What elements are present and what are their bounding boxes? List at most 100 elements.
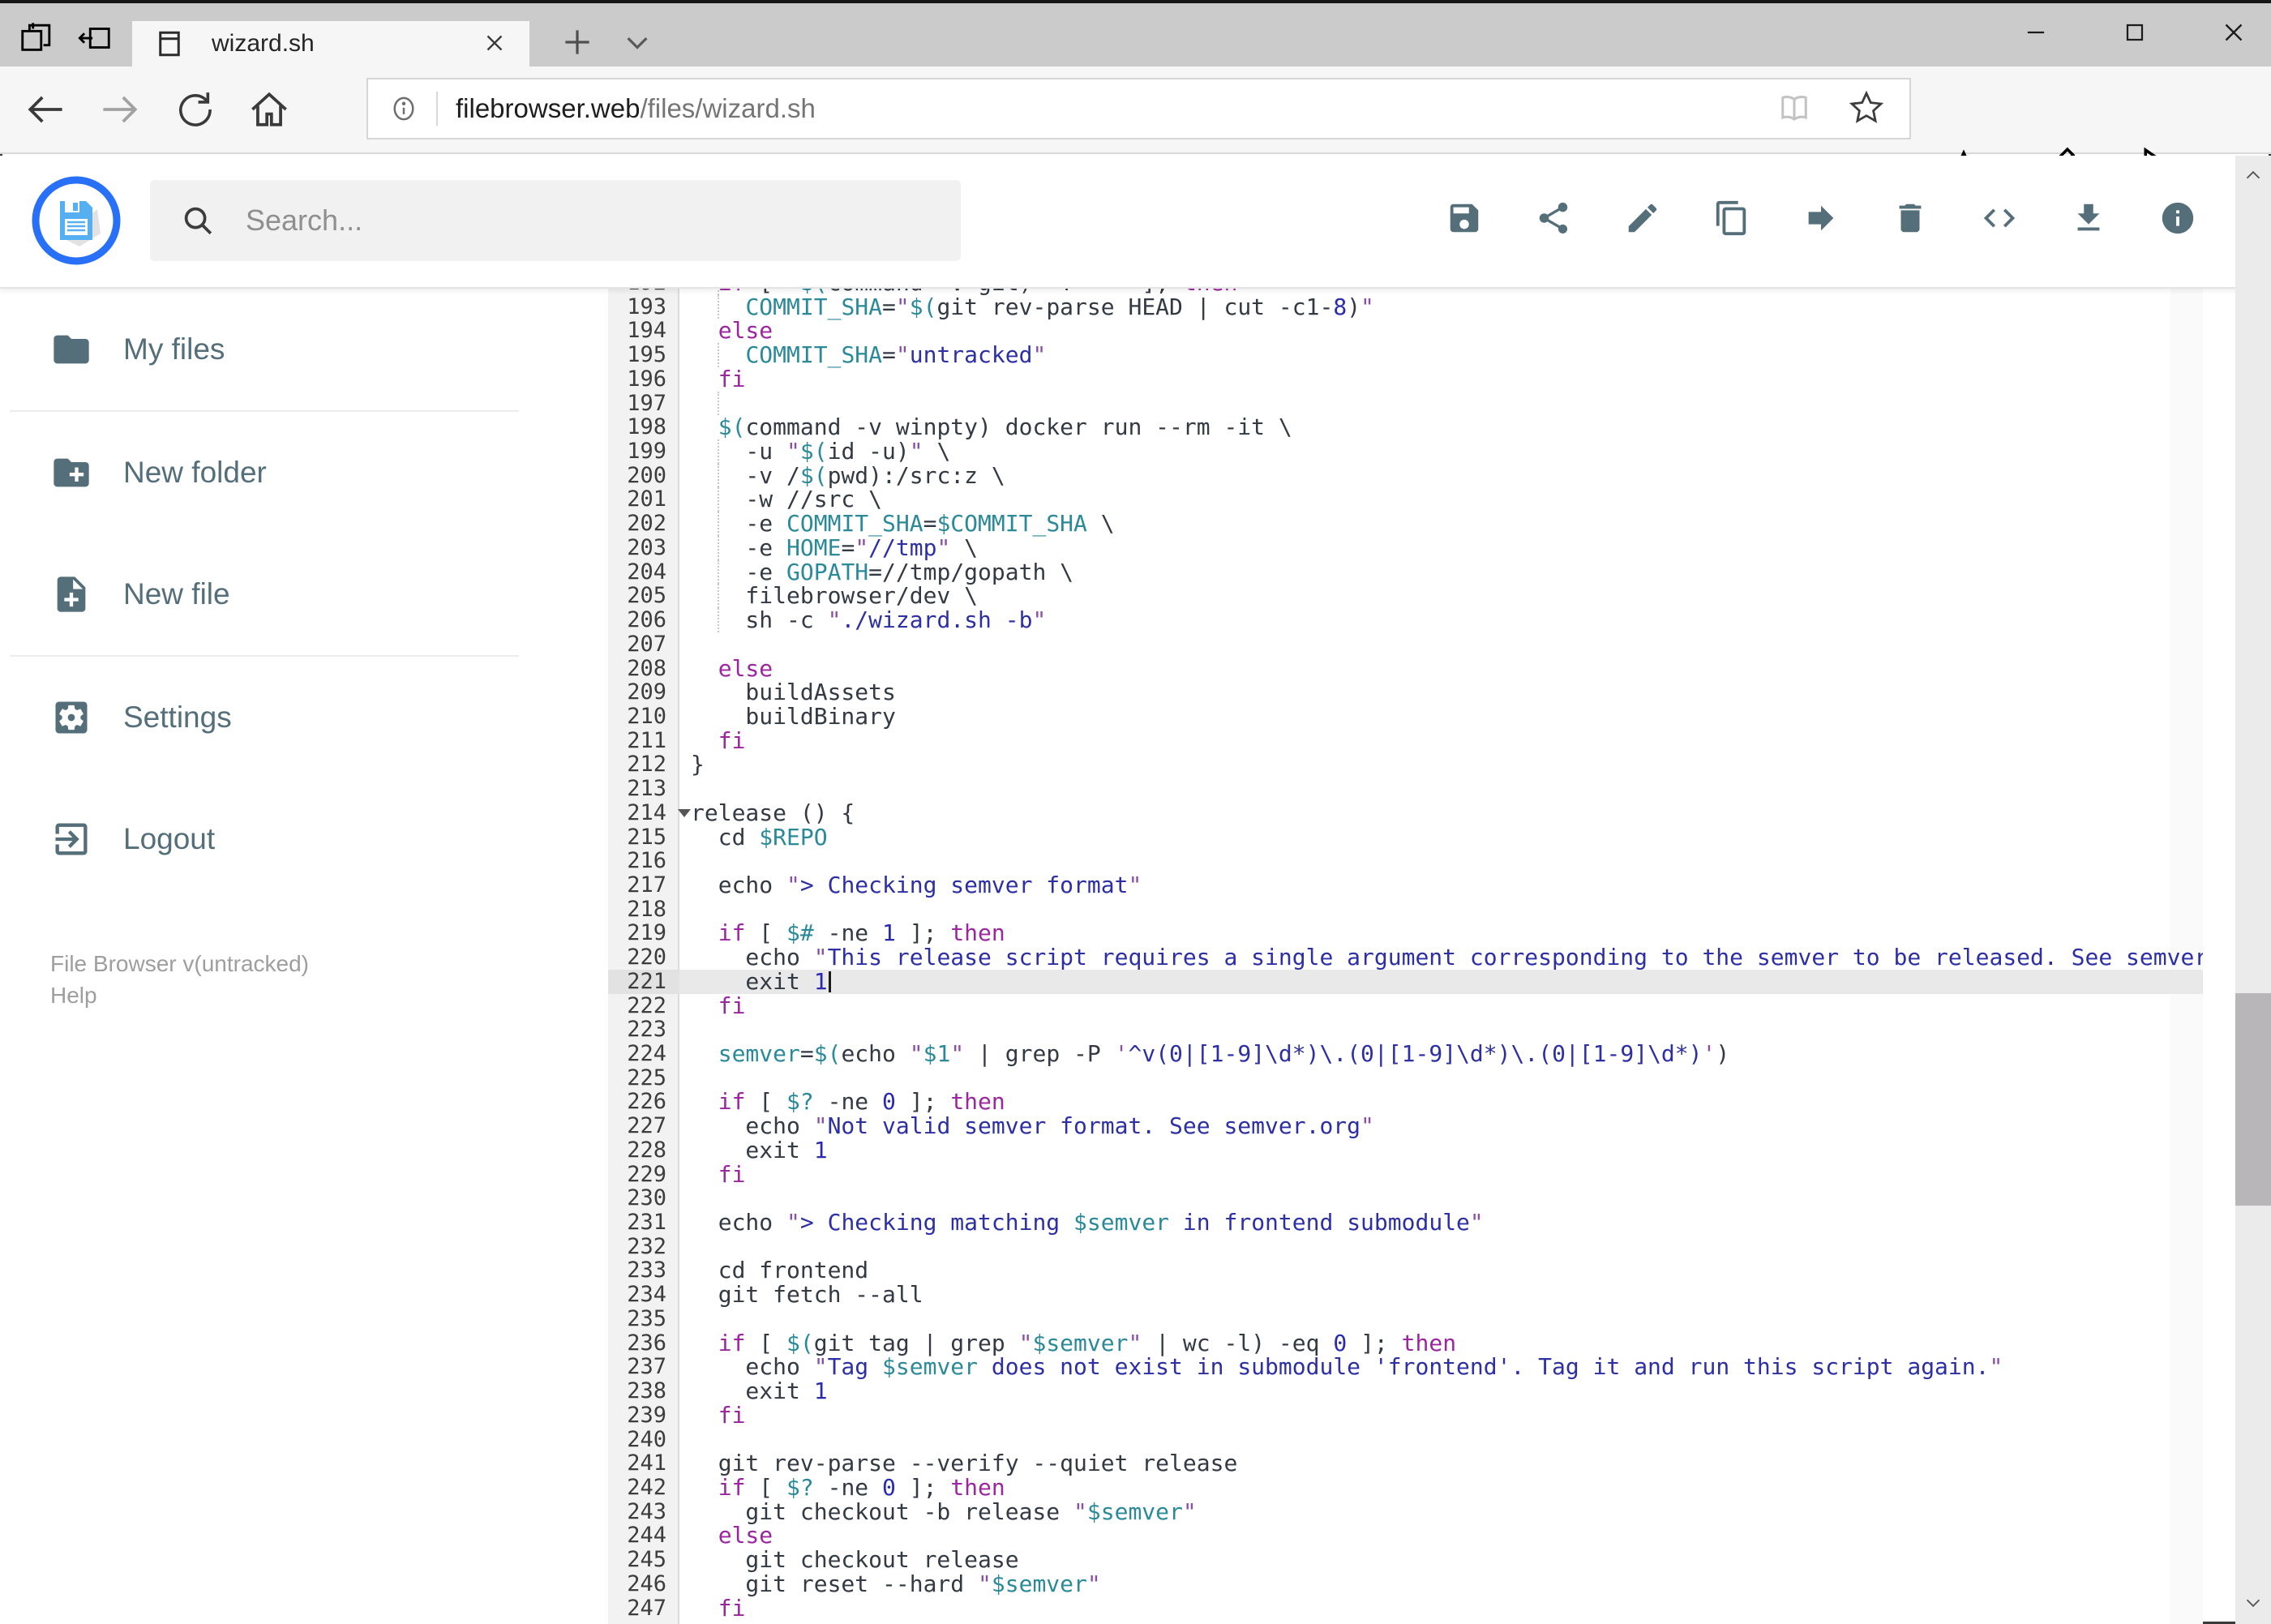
code-text[interactable]: if [ $# -ne 1 ]; then (679, 921, 2203, 945)
sidebar-item-my-files[interactable]: My files (0, 289, 608, 410)
copy-button[interactable] (1713, 199, 1750, 237)
refresh-button[interactable] (157, 72, 232, 147)
reading-view-button[interactable] (1775, 88, 1814, 130)
code-text[interactable]: semver=$(echo "$1" | grep -P '^v(0|[1-9]… (679, 1042, 2203, 1066)
code-text[interactable]: git checkout release (679, 1548, 2203, 1572)
code-editor[interactable]: 192 if [ "$(command -v git)" != "" ]; th… (608, 289, 2203, 1624)
home-button[interactable] (232, 72, 306, 147)
code-text[interactable]: COMMIT_SHA="$(git rev-parse HEAD | cut -… (679, 294, 2203, 319)
code-text[interactable]: if [ $(git tag | grep "$semver" | wc -l)… (679, 1330, 2203, 1356)
code-text[interactable]: -e COMMIT_SHA=$COMMIT_SHA \ (679, 512, 2203, 536)
favorite-star-button[interactable] (1846, 88, 1887, 131)
code-text[interactable]: -u "$(id -u)" \ (679, 439, 2203, 464)
minimize-button[interactable] (2013, 8, 2059, 57)
code-text[interactable]: -e HOME="//tmp" \ (679, 536, 2203, 560)
code-text[interactable]: buildBinary (679, 705, 2203, 729)
forward-button[interactable] (83, 72, 157, 147)
code-fold-icon[interactable] (678, 808, 691, 817)
code-text[interactable] (679, 1018, 2203, 1042)
help-link[interactable]: Help (50, 983, 97, 1009)
line-number: 246 (627, 1570, 666, 1596)
delete-button[interactable] (1892, 199, 1929, 237)
search-input[interactable] (244, 203, 893, 238)
code-text[interactable] (679, 898, 2203, 922)
url-bar[interactable]: filebrowser.web/files/wizard.sh (366, 78, 1911, 139)
code-text[interactable]: else (679, 1523, 2203, 1548)
code-text[interactable]: echo "Not valid semver format. See semve… (679, 1114, 2203, 1138)
browser-tab[interactable]: wizard.sh (132, 21, 529, 66)
sidebar-item-settings[interactable]: Settings (0, 657, 608, 778)
info-button[interactable] (2159, 199, 2196, 237)
line-number: 227 (627, 1113, 666, 1139)
code-text[interactable]: git reset --hard "$semver" (679, 1571, 2203, 1596)
code-text[interactable] (679, 849, 2203, 873)
scrollbar-thumb[interactable] (2235, 993, 2271, 1206)
raw-button[interactable] (1981, 199, 2018, 237)
download-icon (2077, 204, 2100, 231)
scroll-down-icon[interactable] (2235, 1585, 2271, 1621)
code-text[interactable]: else (679, 656, 2203, 681)
code-text[interactable]: filebrowser/dev \ (679, 584, 2203, 609)
code-text[interactable]: $(command -v winpty) docker run --rm -it… (679, 415, 2203, 439)
maximize-button[interactable] (2112, 8, 2157, 57)
code-text[interactable]: fi (679, 728, 2203, 753)
code-text[interactable]: if [ $? -ne 0 ]; then (679, 1476, 2203, 1500)
code-text[interactable]: git rev-parse --verify --quiet release (679, 1451, 2203, 1476)
code-text[interactable]: COMMIT_SHA="untracked" (679, 343, 2203, 367)
save-button[interactable] (1446, 199, 1483, 237)
code-text[interactable]: fi (679, 1403, 2203, 1428)
back-button[interactable] (8, 72, 83, 147)
move-button[interactable] (1802, 199, 1840, 237)
code-text[interactable]: fi (679, 993, 2203, 1018)
tab-preview-button[interactable] (18, 19, 55, 59)
share-button[interactable] (1535, 199, 1572, 237)
code-text[interactable] (679, 1066, 2203, 1091)
sidebar-item-new-file[interactable]: New file (0, 533, 608, 655)
set-tabs-aside-button[interactable] (76, 19, 114, 59)
code-text[interactable] (679, 391, 2203, 416)
tab-close-icon[interactable] (481, 29, 508, 59)
code-text[interactable]: -w //src \ (679, 487, 2203, 512)
code-text[interactable] (679, 1235, 2203, 1259)
code-text[interactable]: buildAssets (679, 680, 2203, 705)
code-text[interactable]: } (679, 752, 2203, 777)
code-text[interactable] (679, 777, 2203, 801)
code-text[interactable]: git checkout -b release "$semver" (679, 1499, 2203, 1524)
code-text[interactable]: fi (679, 1596, 2203, 1621)
sidebar-item-new-folder[interactable]: New folder (0, 412, 608, 533)
code-text[interactable]: git fetch --all (679, 1283, 2203, 1307)
tab-list-chevron-button[interactable] (616, 21, 658, 66)
code-text[interactable]: cd $REPO (679, 825, 2203, 850)
code-text[interactable]: echo "Tag $semver does not exist in subm… (679, 1355, 2203, 1379)
code-text[interactable]: echo "> Checking matching $semver in fro… (679, 1211, 2203, 1235)
code-text[interactable] (679, 1307, 2203, 1331)
scroll-up-icon[interactable] (2235, 157, 2271, 193)
sidebar-item-logout[interactable]: Logout (0, 778, 608, 900)
code-text[interactable] (679, 632, 2203, 657)
code-text[interactable]: echo "> Checking semver format" (679, 873, 2203, 898)
download-button[interactable] (2070, 199, 2107, 237)
code-text[interactable]: exit 1 (679, 1379, 2203, 1403)
close-button[interactable] (2211, 8, 2256, 57)
code-text[interactable]: else (679, 319, 2203, 343)
new-tab-button[interactable] (556, 21, 598, 66)
code-text[interactable]: fi (679, 1162, 2203, 1187)
code-text[interactable]: if [ $? -ne 0 ]; then (679, 1090, 2203, 1114)
code-text[interactable]: -v /$(pwd):/src:z \ (679, 463, 2203, 488)
code-text[interactable]: cd frontend (679, 1258, 2203, 1283)
code-text[interactable] (679, 1428, 2203, 1452)
code-text[interactable]: release () { (679, 800, 2203, 825)
page-scrollbar[interactable] (2235, 156, 2271, 1624)
code-line: 246 git reset --hard "$semver" (608, 1570, 2203, 1596)
code-text[interactable]: echo "This release script requires a sin… (679, 945, 2203, 970)
code-text[interactable]: sh -c "./wizard.sh -b" (679, 608, 2203, 632)
site-info-icon[interactable] (388, 92, 420, 125)
code-text[interactable]: exit 1 (679, 1138, 2203, 1163)
indent-guide (718, 608, 719, 632)
code-text[interactable]: fi (679, 367, 2203, 392)
code-text[interactable]: -e GOPATH=//tmp/gopath \ (679, 559, 2203, 585)
code-text[interactable] (679, 1186, 2203, 1211)
code-text[interactable]: exit 1 (679, 969, 2203, 994)
line-number: 240 (627, 1426, 666, 1452)
rename-button[interactable] (1624, 199, 1661, 237)
